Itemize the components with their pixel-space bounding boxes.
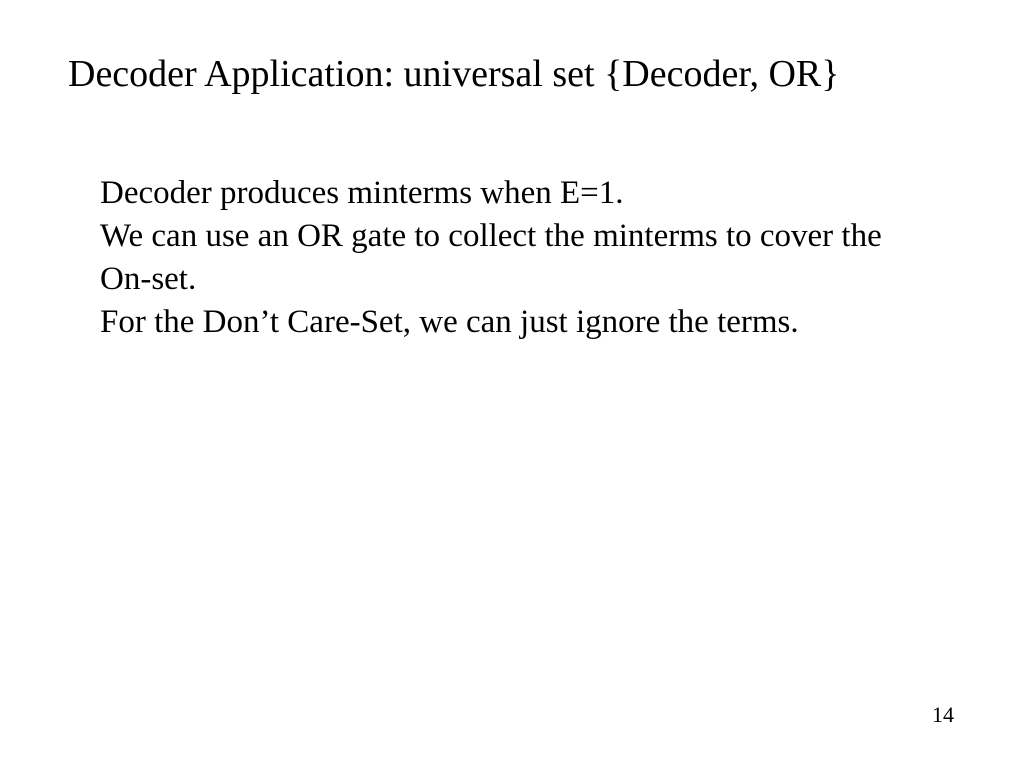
slide-container: Decoder Application: universal set {Deco… <box>0 0 1024 768</box>
slide-title: Decoder Application: universal set {Deco… <box>68 52 964 96</box>
body-line-3: For the Don’t Care-Set, we can just igno… <box>100 301 904 344</box>
body-line-2: We can use an OR gate to collect the min… <box>100 215 904 301</box>
body-line-1: Decoder produces minterms when E=1. <box>100 172 904 215</box>
page-number: 14 <box>932 702 954 728</box>
slide-body: Decoder produces minterms when E=1. We c… <box>100 172 904 344</box>
